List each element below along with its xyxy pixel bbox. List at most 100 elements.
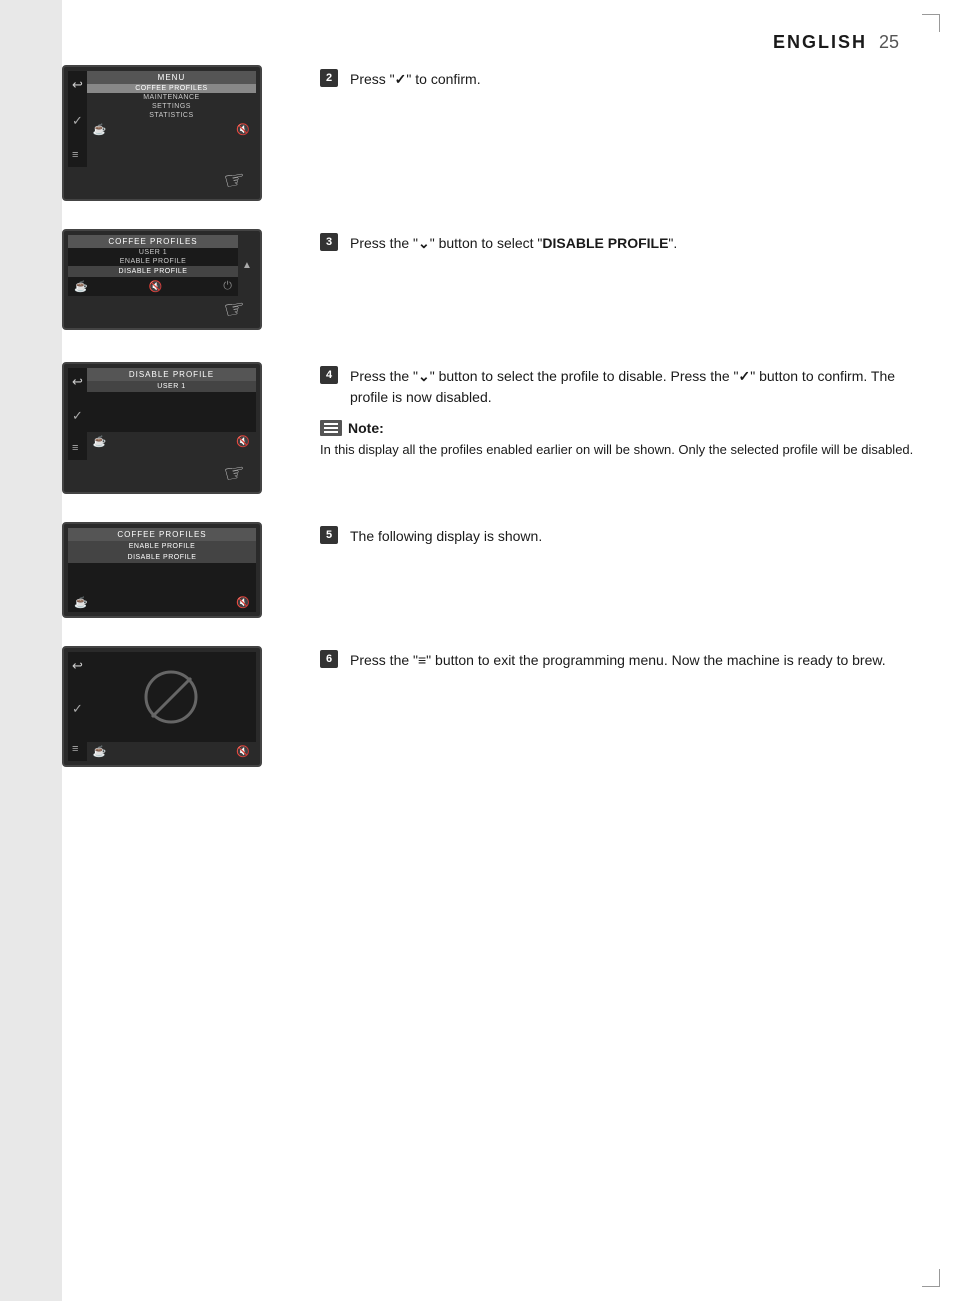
cup-icon: ☕ <box>93 123 107 136</box>
main-content: ↩ ✓ ≡ MENU COFFEE PROFILES MAINTENANCE S… <box>62 55 924 1271</box>
cup-icon-3: ☕ <box>74 280 88 293</box>
back-icon: ↩ <box>72 77 83 93</box>
step-3-text: 3 Press the "⌄" button to select "DISABL… <box>320 233 924 254</box>
step-number-4: 4 <box>320 366 338 384</box>
note-box: Note: In this display all the profiles e… <box>320 420 924 460</box>
note-title: Note: <box>348 420 384 436</box>
step-number-3: 3 <box>320 233 338 251</box>
corner-mark-br <box>922 1269 940 1287</box>
s3-user1: USER 1 <box>68 248 238 257</box>
cup-icon-6: ☕ <box>93 745 107 758</box>
note-line-3 <box>324 431 338 433</box>
hand-icon-4: ☞ <box>222 457 248 489</box>
step-3-hand-area: ☞ <box>68 296 256 324</box>
corner-mark-tr <box>922 14 940 32</box>
step-5-content: 5 The following display is shown. <box>320 522 924 547</box>
coffee-profiles-header: COFFEE PROFILES <box>68 235 238 248</box>
step-2-content: 2 Press "✓" to confirm. <box>320 65 924 90</box>
menu-item-coffee: COFFEE PROFILES <box>87 84 256 93</box>
step-4-instruction: Press the "⌄" button to select the profi… <box>350 366 924 408</box>
step-4-text: 4 Press the "⌄" button to select the pro… <box>320 366 924 408</box>
step-6-content: 6 Press the "≡" button to exit the progr… <box>320 646 924 671</box>
step-5-screen: COFFEE PROFILES ENABLE PROFILE DISABLE P… <box>62 522 262 618</box>
list-icon-4: ≡ <box>72 442 83 454</box>
list-icon: ≡ <box>72 149 83 161</box>
step-6-device: ↩ ✓ ≡ ☕ <box>62 646 292 767</box>
cup-icon-4: ☕ <box>93 435 107 448</box>
mute-icon-4: 🔇 <box>236 435 250 448</box>
step-2-screen: ↩ ✓ ≡ MENU COFFEE PROFILES MAINTENANCE S… <box>62 65 262 201</box>
step-2-instruction: Press "✓" to confirm. <box>350 69 481 90</box>
s3-disable: DISABLE PROFILE <box>68 266 238 277</box>
step-3-row: COFFEE PROFILES USER 1 ENABLE PROFILE DI… <box>62 229 924 330</box>
disable-profile-header: DISABLE PROFILE <box>87 368 256 381</box>
step-3-screen: COFFEE PROFILES USER 1 ENABLE PROFILE DI… <box>62 229 262 330</box>
step-6-device-wrapper: ↩ ✓ ≡ ☕ <box>62 646 262 767</box>
s3-enable: ENABLE PROFILE <box>68 257 238 266</box>
step-2-text: 2 Press "✓" to confirm. <box>320 69 924 90</box>
step-6-screen: ↩ ✓ ≡ ☕ <box>62 646 262 767</box>
mute-icon: 🔇 <box>236 123 250 136</box>
step-4-bottom: ☕ 🔇 <box>87 432 256 451</box>
hand-icon-3: ☞ <box>222 293 248 325</box>
step-5-text: 5 The following display is shown. <box>320 526 924 547</box>
menu-item-maintenance: MAINTENANCE <box>87 93 256 102</box>
step-3-bottom: ☕ 🔇 ⏻ <box>68 277 238 296</box>
back-icon-6: ↩ <box>72 658 83 674</box>
no-entry-icon <box>144 670 199 725</box>
back-icon-4: ↩ <box>72 374 83 390</box>
step-2-row: ↩ ✓ ≡ MENU COFFEE PROFILES MAINTENANCE S… <box>62 65 924 201</box>
step-4-hand-area: ☞ <box>68 460 256 488</box>
note-body: In this display all the profiles enabled… <box>320 440 924 460</box>
step-5-device: COFFEE PROFILES ENABLE PROFILE DISABLE P… <box>62 522 292 618</box>
step-4-screen: ↩ ✓ ≡ DISABLE PROFILE USER 1 ☕ 🔇 <box>62 362 262 494</box>
s5-disable: DISABLE PROFILE <box>68 552 256 563</box>
step-number-6: 6 <box>320 650 338 668</box>
step-2-device: ↩ ✓ ≡ MENU COFFEE PROFILES MAINTENANCE S… <box>62 65 292 201</box>
note-header: Note: <box>320 420 924 436</box>
step-3-device-wrapper: COFFEE PROFILES USER 1 ENABLE PROFILE DI… <box>62 229 262 330</box>
step-2-hand-area: ☞ <box>68 167 256 195</box>
step-3-content: 3 Press the "⌄" button to select "DISABL… <box>320 229 924 254</box>
note-line-2 <box>324 427 338 429</box>
step-6-screen-main: ☕ 🔇 <box>87 652 256 761</box>
s5-coffee-header: COFFEE PROFILES <box>68 528 256 541</box>
menu-item-statistics: STATISTICS <box>87 111 256 120</box>
check-icon: ✓ <box>72 113 83 129</box>
page-number: 25 <box>879 32 899 53</box>
step-4-row: ↩ ✓ ≡ DISABLE PROFILE USER 1 ☕ 🔇 <box>62 362 924 494</box>
s4-user1: USER 1 <box>87 381 256 392</box>
step-2-screen-main: MENU COFFEE PROFILES MAINTENANCE SETTING… <box>87 71 256 167</box>
check-icon-6: ✓ <box>72 701 83 717</box>
step-6-row: ↩ ✓ ≡ ☕ <box>62 646 924 767</box>
step-3-device: COFFEE PROFILES USER 1 ENABLE PROFILE DI… <box>62 229 292 330</box>
mute-icon-3: 🔇 <box>149 280 163 293</box>
up-arrow-3: ▲ <box>242 260 252 271</box>
step-5-device-wrapper: COFFEE PROFILES ENABLE PROFILE DISABLE P… <box>62 522 262 618</box>
step-6-instruction: Press the "≡" button to exit the program… <box>350 650 886 671</box>
hand-icon-2: ☞ <box>222 164 248 196</box>
step-3-instruction: Press the "⌄" button to select "DISABLE … <box>350 233 677 254</box>
step-number-2: 2 <box>320 69 338 87</box>
step-5-instruction: The following display is shown. <box>350 526 542 547</box>
note-line-1 <box>324 423 338 425</box>
step-2-device-wrapper: ↩ ✓ ≡ MENU COFFEE PROFILES MAINTENANCE S… <box>62 65 262 201</box>
step-2-bottom: ☕ 🔇 <box>87 120 256 139</box>
page-header: ENGLISH 25 <box>773 32 899 53</box>
s5-enable: ENABLE PROFILE <box>68 541 256 552</box>
language-label: ENGLISH <box>773 32 867 53</box>
mute-icon-5: 🔇 <box>236 596 250 609</box>
step-4-device: ↩ ✓ ≡ DISABLE PROFILE USER 1 ☕ 🔇 <box>62 362 292 494</box>
step-number-5: 5 <box>320 526 338 544</box>
step-4-device-wrapper: ↩ ✓ ≡ DISABLE PROFILE USER 1 ☕ 🔇 <box>62 362 262 494</box>
check-icon-4: ✓ <box>72 408 83 424</box>
cup-icon-5: ☕ <box>74 596 88 609</box>
step-4-content: 4 Press the "⌄" button to select the pro… <box>320 362 924 460</box>
step-4-screen-main: DISABLE PROFILE USER 1 ☕ 🔇 <box>87 368 256 460</box>
note-icon <box>320 420 342 436</box>
step-5-row: COFFEE PROFILES ENABLE PROFILE DISABLE P… <box>62 522 924 618</box>
step-6-text: 6 Press the "≡" button to exit the progr… <box>320 650 924 671</box>
mute-icon-6: 🔇 <box>236 745 250 758</box>
list-icon-6: ≡ <box>72 743 83 755</box>
step-6-bottom: ☕ 🔇 <box>87 742 256 761</box>
